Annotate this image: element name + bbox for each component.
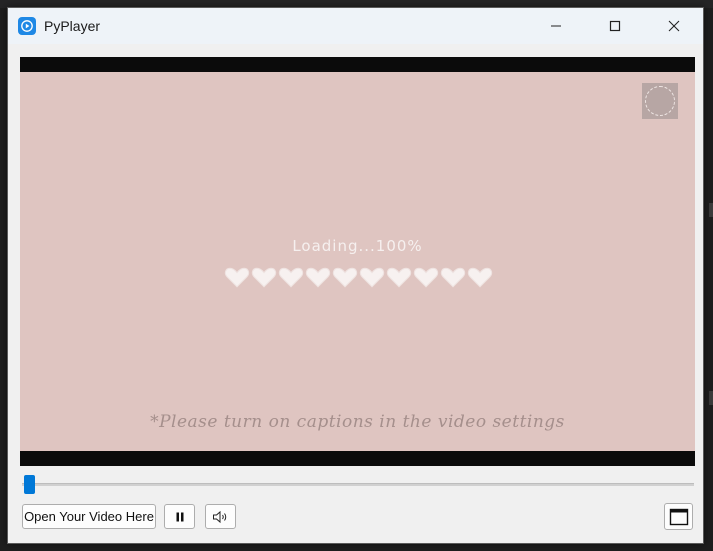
background-editor-edge <box>705 8 713 551</box>
maximize-icon <box>609 20 620 32</box>
heart-icon <box>251 267 277 288</box>
heart-icon <box>413 267 439 288</box>
heart-icon <box>224 267 250 288</box>
seek-track[interactable] <box>22 483 694 486</box>
heart-icon <box>467 267 493 288</box>
heart-icon <box>440 267 466 288</box>
volume-button[interactable] <box>205 504 236 529</box>
pause-icon <box>176 512 183 521</box>
heart-icon <box>359 267 385 288</box>
heart-icon <box>386 267 412 288</box>
app-icon <box>18 17 36 35</box>
fullscreen-icon <box>669 508 688 525</box>
watermark-logo <box>642 83 678 119</box>
seek-thumb[interactable] <box>24 475 35 494</box>
heart-icon <box>305 267 331 288</box>
loading-text: Loading...100% <box>292 237 423 255</box>
fullscreen-button[interactable] <box>664 503 693 530</box>
title-bar[interactable]: PyPlayer <box>8 8 703 44</box>
minimize-icon <box>550 25 561 27</box>
pause-button[interactable] <box>164 504 195 529</box>
seek-slider[interactable] <box>22 475 694 495</box>
heart-icon <box>278 267 304 288</box>
minimize-button[interactable] <box>526 8 585 44</box>
caption-text: *Please turn on captions in the video se… <box>150 412 565 432</box>
close-button[interactable] <box>644 8 703 44</box>
open-video-button[interactable]: Open Your Video Here <box>22 504 156 529</box>
player-window: PyPlayer Loading...100% *Please turn on … <box>7 7 704 544</box>
heart-icon <box>332 267 358 288</box>
window-controls <box>526 8 703 44</box>
video-frame: Loading...100% *Please turn on captions … <box>20 72 695 451</box>
window-title: PyPlayer <box>44 18 101 34</box>
video-display[interactable]: Loading...100% *Please turn on captions … <box>20 57 695 466</box>
maximize-button[interactable] <box>585 8 644 44</box>
hearts-row <box>224 264 494 292</box>
close-icon <box>668 20 679 32</box>
speaker-icon <box>212 510 226 523</box>
